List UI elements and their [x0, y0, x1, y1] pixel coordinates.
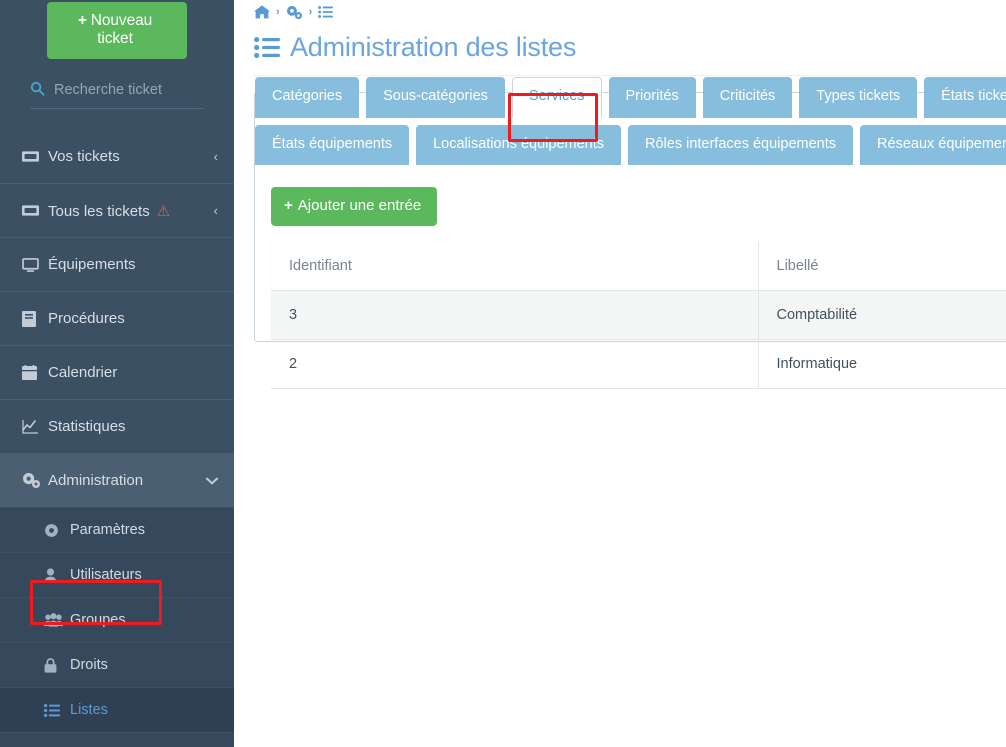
- column-header-libelle[interactable]: Libellé: [758, 242, 1006, 291]
- plus-icon: +: [284, 197, 293, 214]
- sidebar-subitem-label: Utilisateurs: [70, 567, 142, 583]
- gear-icon: [44, 523, 70, 538]
- tab-row-2: États équipements Localisations équipeme…: [255, 125, 1006, 165]
- app-root: +Nouveau ticket Vos tickets ‹: [0, 0, 1006, 747]
- table-row[interactable]: 2 Informatique: [271, 339, 1006, 389]
- gears-icon: [22, 472, 48, 489]
- entries-table: Identifiant Libellé 3 Comptabilité 2 Inf…: [271, 242, 1006, 389]
- table-row[interactable]: 3 Comptabilité: [271, 290, 1006, 340]
- chevron-left-icon[interactable]: ‹: [214, 203, 218, 218]
- new-ticket-button[interactable]: + Nouveau ticket: [47, 2, 187, 59]
- page-title-text: Administration des listes: [290, 32, 577, 62]
- column-header-identifiant[interactable]: Identifiant: [271, 242, 759, 291]
- breadcrumb-separator: ›: [276, 6, 280, 18]
- search-container[interactable]: [30, 81, 204, 109]
- sidebar-item-utilisateurs[interactable]: Utilisateurs: [0, 552, 234, 597]
- sidebar-subitem-label: Groupes: [70, 612, 126, 628]
- sidebar-item-tous-les-tickets[interactable]: Tous les tickets ⚠ ‹: [0, 183, 234, 237]
- sidebar-item-procedures[interactable]: Procédures: [0, 291, 234, 345]
- user-icon: [44, 567, 70, 583]
- sidebar-item-droits[interactable]: Droits: [0, 642, 234, 687]
- sidebar-item-statistiques[interactable]: Statistiques: [0, 399, 234, 453]
- cell-libelle: Informatique: [758, 339, 1006, 389]
- sidebar-item-label: Tous les tickets ⚠: [48, 202, 214, 220]
- sidebar-item-label: Équipements: [48, 256, 136, 273]
- ticket-icon: [22, 204, 48, 217]
- chevron-left-icon[interactable]: ‹: [214, 149, 218, 164]
- sidebar-item-label: Procédures: [48, 310, 125, 327]
- sidebar-subitem-label: Droits: [70, 657, 108, 673]
- gears-icon[interactable]: [286, 5, 303, 20]
- search-input[interactable]: [54, 82, 194, 98]
- tab-reseaux-equipements[interactable]: Réseaux équipements: [860, 125, 1006, 165]
- monitor-icon: [22, 257, 48, 272]
- lock-icon: [44, 657, 70, 673]
- main-content: › › Administration des listes Catégories…: [234, 0, 1006, 747]
- new-ticket-label: Nouveau ticket: [90, 12, 153, 47]
- tab-etats-equipements[interactable]: États équipements: [255, 125, 410, 165]
- tab-services[interactable]: Services: [511, 77, 602, 118]
- list-icon: [44, 703, 70, 717]
- sidebar-item-label: Statistiques: [48, 418, 126, 435]
- table-head: Identifiant Libellé: [271, 242, 1006, 291]
- sidebar: +Nouveau ticket Vos tickets ‹: [0, 0, 234, 747]
- cell-identifiant: 2: [271, 339, 759, 389]
- sidebar-nav: Vos tickets ‹ Tous les tickets ⚠ ‹ Équipe…: [0, 129, 234, 747]
- sidebar-item-calendrier[interactable]: Calendrier: [0, 345, 234, 399]
- add-entry-label: Ajouter une entrée: [297, 197, 422, 214]
- new-ticket-container: + Nouveau ticket: [0, 0, 234, 59]
- tab-criticites[interactable]: Criticités: [702, 77, 793, 118]
- sidebar-subnav-administration: Paramètres Utilisateurs Groupes Droits L…: [0, 507, 234, 747]
- lists-panel: Catégories Sous-catégories Services Prio…: [254, 77, 1006, 389]
- table-body: 3 Comptabilité 2 Informatique: [271, 290, 1006, 389]
- tab-strip: Catégories Sous-catégories Services Prio…: [255, 77, 1006, 165]
- tab-priorites[interactable]: Priorités: [608, 77, 696, 118]
- breadcrumb-separator: ›: [308, 6, 313, 18]
- search-icon: [30, 81, 45, 99]
- table-header-row: Identifiant Libellé: [271, 242, 1006, 291]
- tab-etats-tickets[interactable]: États tickets: [924, 77, 1006, 118]
- sidebar-item-vos-tickets[interactable]: Vos tickets ‹: [0, 129, 234, 183]
- sidebar-item-text: Tous les tickets: [48, 202, 150, 220]
- sidebar-item-label: Calendrier: [48, 364, 118, 381]
- panel-body: + Ajouter une entrée Identifiant Libellé …: [255, 171, 1006, 389]
- page-title: Administration des listes: [254, 22, 1006, 76]
- chevron-down-icon[interactable]: [206, 473, 218, 488]
- cell-identifiant: 3: [271, 290, 759, 340]
- book-icon: [22, 310, 48, 327]
- sidebar-item-sauvegardes[interactable]: Sauvegardes: [0, 732, 234, 747]
- tab-row-1: Catégories Sous-catégories Services Prio…: [255, 77, 1006, 118]
- sidebar-item-administration[interactable]: Administration: [0, 453, 234, 507]
- home-icon[interactable]: [254, 5, 270, 19]
- tab-sous-categories[interactable]: Sous-catégories: [366, 77, 505, 118]
- tab-types-tickets[interactable]: Types tickets: [799, 77, 918, 118]
- sidebar-item-label: Administration: [48, 472, 144, 489]
- list-icon[interactable]: [318, 6, 334, 18]
- ticket-icon: [22, 150, 48, 163]
- sidebar-item-groupes[interactable]: Groupes: [0, 597, 234, 642]
- cell-libelle: Comptabilité: [758, 290, 1006, 340]
- add-entry-button[interactable]: + Ajouter une entrée: [271, 187, 438, 226]
- sidebar-item-label: Vos tickets: [48, 147, 120, 165]
- tab-roles-interfaces-equipements[interactable]: Rôles interfaces équipements: [628, 125, 854, 165]
- tab-categories[interactable]: Catégories: [255, 77, 360, 118]
- plus-icon: +: [77, 12, 87, 29]
- breadcrumb: › ›: [254, 0, 1006, 22]
- warning-icon: ⚠: [156, 202, 171, 220]
- tab-localisations-equipements[interactable]: Localisations équipements: [416, 125, 621, 165]
- sidebar-subitem-label: Paramètres: [70, 522, 145, 538]
- calendar-icon: [22, 365, 48, 380]
- chart-icon: [22, 419, 48, 434]
- sidebar-item-listes[interactable]: Listes: [0, 687, 234, 732]
- sidebar-subitem-label: Listes: [70, 702, 108, 718]
- users-icon: [44, 613, 70, 627]
- sidebar-item-equipements[interactable]: Équipements: [0, 237, 234, 291]
- sidebar-item-parametres[interactable]: Paramètres: [0, 507, 234, 552]
- list-icon: [254, 37, 280, 58]
